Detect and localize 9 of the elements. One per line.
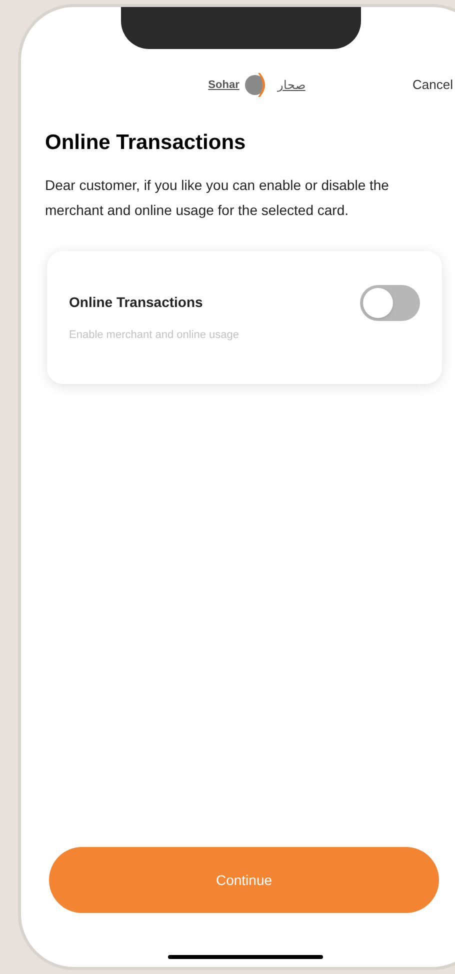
toggle-knob	[363, 288, 393, 318]
setting-label: Online Transactions	[69, 293, 203, 312]
description-text: Dear customer, if you like you can enable or disable the merchant and online usage for the selected card.	[45, 176, 390, 220]
logo-wordmark: Sohar	[208, 78, 240, 93]
page-title: Online Transactions	[45, 130, 247, 156]
logo-arabic-wordmark: صحار	[277, 77, 306, 94]
cancel-button[interactable]: Cancel	[372, 75, 453, 95]
toggle-switch[interactable]	[360, 284, 420, 320]
setting-hint: Enable merchant and online usage	[69, 328, 240, 342]
